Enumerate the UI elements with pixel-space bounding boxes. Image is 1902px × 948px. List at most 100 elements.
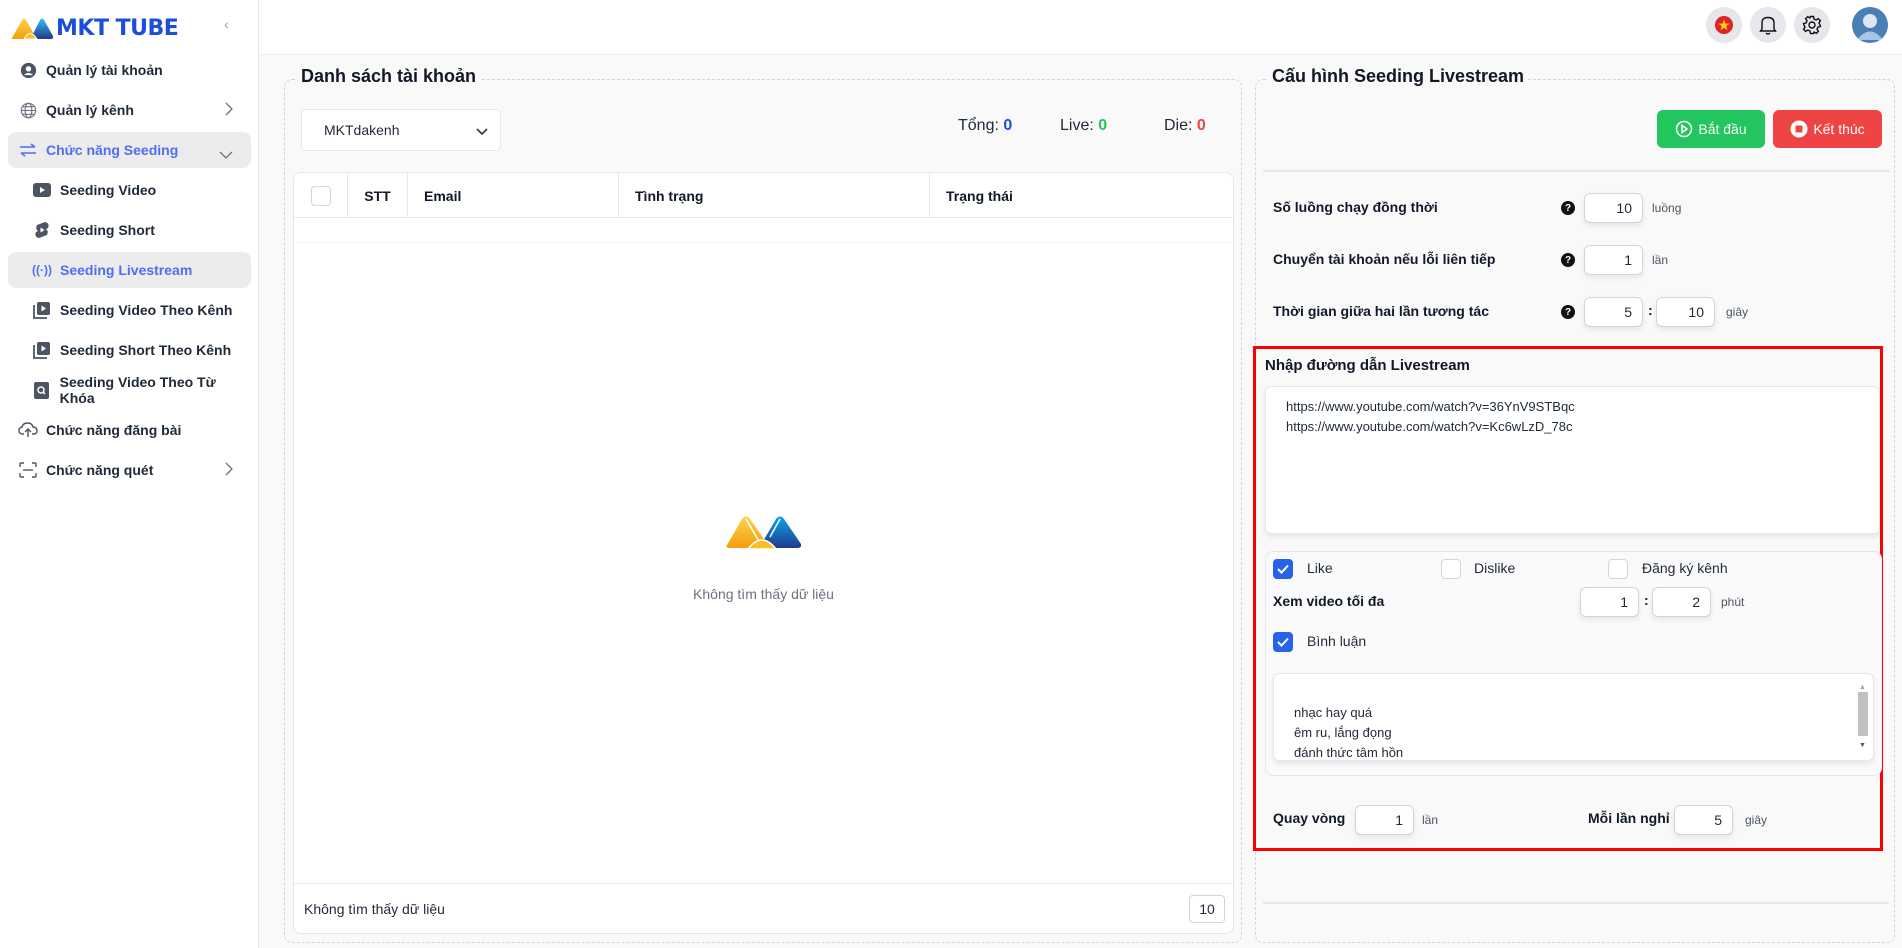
swap-arrows-icon [18,140,38,160]
dislike-label: Dislike [1474,560,1516,576]
notifications-button[interactable] [1750,7,1786,43]
watch-min-input[interactable]: 1 [1580,587,1639,617]
select-all-checkbox[interactable] [310,185,331,206]
threads-input[interactable]: 10 [1584,193,1643,223]
user-circle-icon [18,60,38,80]
topbar [260,0,1902,55]
sidebar-item-label: Seeding Livestream [60,262,193,278]
sidebar-item-seeding-video[interactable]: Seeding Video [8,172,251,208]
threads-label: Số luồng chạy đồng thời [1273,199,1438,215]
video-library-icon [32,340,52,360]
col-status[interactable]: Trạng thái [930,173,1233,218]
broadcast-icon: ((·)) [32,263,52,277]
check-icon [1277,637,1289,647]
loop-input[interactable]: 1 [1355,805,1414,835]
rest-unit: giây [1745,813,1768,827]
start-button[interactable]: Bắt đầu [1657,110,1765,148]
sidebar: MKT TUBE ‹ Quản lý tài khoản Quản lý kên… [0,0,259,948]
sidebar-item-label: Quản lý kênh [46,102,134,118]
like-label: Like [1307,560,1333,576]
table-footer: Không tìm thấy dữ liệu 10 [294,883,1233,933]
dislike-checkbox[interactable] [1441,559,1461,579]
help-icon[interactable]: ? [1561,253,1575,267]
chevron-right-icon [225,102,233,119]
chevron-right-icon [225,462,233,479]
accounts-title: Danh sách tài khoản [297,66,481,87]
subscribe-checkbox[interactable] [1608,559,1628,579]
logo[interactable]: MKT TUBE [10,12,179,44]
scroll-thumb[interactable] [1858,692,1868,736]
comments-textarea[interactable]: nhạc hay quá êm ru, lắng đọng đánh thức … [1273,673,1874,761]
page-size-select[interactable]: 10 [1189,895,1225,923]
table-divider [294,242,1233,243]
search-file-icon [32,380,52,400]
interval-max-input[interactable]: 10 [1656,297,1715,327]
switch-on-error-input[interactable]: 1 [1584,245,1643,275]
sidebar-item-label: Chức năng Seeding [46,142,179,158]
rest-label: Mỗi lần nghỉ [1588,810,1670,826]
language-button[interactable] [1706,7,1742,43]
chevron-left-icon[interactable]: ‹ [224,16,229,32]
vietnam-flag-icon [1715,16,1733,34]
folder-select[interactable]: MKTdakenh [301,109,501,151]
rest-input[interactable]: 5 [1674,805,1733,835]
empty-state: Không tìm thấy dữ liệu [294,513,1233,602]
select-all-cell [294,173,348,218]
chevron-down-icon [476,123,488,139]
sidebar-item-seeding-short-by-channel[interactable]: Seeding Short Theo Kênh [8,332,251,368]
play-circle-icon [1676,120,1693,138]
comment-checkbox[interactable] [1273,632,1293,652]
help-icon[interactable]: ? [1561,201,1575,215]
sidebar-item-seeding-livestream[interactable]: ((·)) Seeding Livestream [8,252,251,288]
interval-min-input[interactable]: 5 [1584,297,1643,327]
stat-live-value: 0 [1098,117,1108,134]
interval-label: Thời gian giữa hai lần tương tác [1273,303,1489,319]
globe-icon [18,100,38,120]
table-header: STT Email Tình trạng Trạng thái [294,173,1233,218]
folder-select-value: MKTdakenh [324,122,400,138]
watch-max-input[interactable]: 2 [1652,587,1711,617]
sidebar-item-label: Seeding Short Theo Kênh [60,342,232,358]
stop-button[interactable]: Kết thúc [1773,110,1882,148]
range-separator: : [1644,592,1649,608]
livestream-links-textarea[interactable]: https://www.youtube.com/watch?v=36YnV9ST… [1265,386,1880,534]
sidebar-item-scan[interactable]: Chức năng quét [8,452,251,488]
check-icon [1277,564,1289,574]
stat-total-value: 0 [1003,117,1013,134]
gear-icon [1802,15,1822,35]
divider [1263,902,1889,904]
stat-die: Die: 0 [1164,117,1206,134]
empty-text: Không tìm thấy dữ liệu [693,586,834,602]
sidebar-item-label: Seeding Video Theo Kênh [60,302,233,318]
sidebar-item-seeding-short[interactable]: Seeding Short [8,212,251,248]
switch-on-error-unit: lần [1652,253,1669,267]
settings-button[interactable] [1794,7,1830,43]
avatar[interactable] [1852,7,1888,43]
sidebar-item-seeding-video-by-channel[interactable]: Seeding Video Theo Kênh [8,292,251,328]
divider [1263,170,1889,172]
sidebar-item-label: Quản lý tài khoản [46,62,163,78]
sidebar-item-channel-management[interactable]: Quản lý kênh [8,92,251,128]
sidebar-item-account-management[interactable]: Quản lý tài khoản [8,52,251,88]
sidebar-item-label: Chức năng quét [46,462,154,478]
sidebar-item-posting[interactable]: Chức năng đăng bài [8,412,251,448]
col-email[interactable]: Email [408,173,619,218]
loop-label: Quay vòng [1273,810,1346,826]
help-icon[interactable]: ? [1561,305,1575,319]
sidebar-item-label: Seeding Video Theo Từ Khóa [59,374,216,406]
col-stt[interactable]: STT [348,173,408,218]
sidebar-nav: Quản lý tài khoản Quản lý kênh Chức năng… [8,52,251,492]
scrollbar[interactable]: ▲ ▼ [1857,678,1869,756]
sidebar-item-seeding[interactable]: Chức năng Seeding [8,132,251,168]
accounts-table: STT Email Tình trạng Trạng thái Không tì… [293,172,1234,934]
scroll-down-icon[interactable]: ▼ [1859,736,1866,756]
stat-live: Live: 0 [1060,117,1108,134]
sidebar-item-seeding-video-by-keyword[interactable]: Seeding Video Theo Từ Khóa [8,372,251,408]
bell-icon [1759,16,1777,35]
cloud-upload-icon [18,420,38,440]
col-condition[interactable]: Tình trạng [619,173,930,218]
comments-text: nhạc hay quá êm ru, lắng đọng đánh thức … [1294,705,1404,760]
like-checkbox[interactable] [1273,559,1293,579]
chevron-down-icon [219,146,233,162]
logo-text: MKT TUBE [56,15,179,41]
